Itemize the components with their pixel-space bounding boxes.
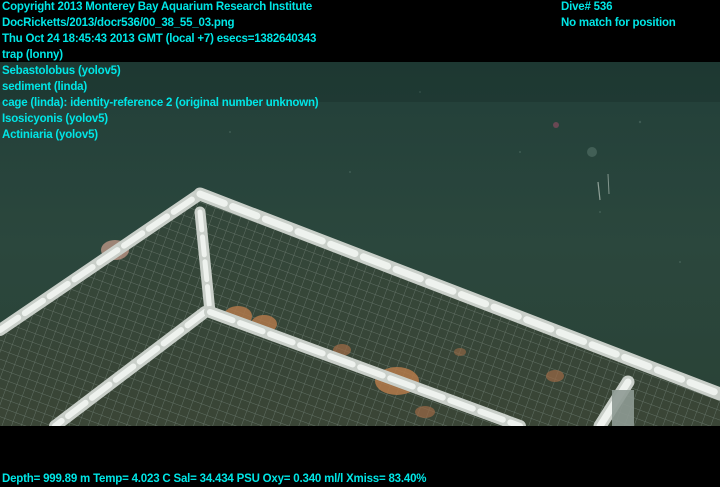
telemetry-text: Depth= 999.89 m Temp= 4.023 C Sal= 34.43…	[2, 473, 427, 485]
anemone	[454, 348, 466, 356]
filename-text: DocRicketts/2013/docr536/00_38_55_03.png	[2, 17, 235, 29]
telemetry-bar: Depth= 999.89 m Temp= 4.023 C Sal= 34.43…	[2, 471, 426, 487]
position-status: No match for position	[561, 17, 676, 29]
video-frame: Copyright 2013 Monterey Bay Aquarium Res…	[0, 0, 720, 486]
annotation-label: cage (linda): identity-reference 2 (orig…	[2, 97, 319, 109]
anemone	[546, 370, 564, 382]
copyright-text: Copyright 2013 Monterey Bay Aquarium Res…	[2, 1, 313, 13]
annotation-label: Isosicyonis (yolov5)	[2, 113, 108, 125]
dive-number: Dive# 536	[561, 1, 613, 13]
annotation-label: sediment (linda)	[2, 81, 87, 93]
annotation-label: Actiniaria (yolov5)	[2, 129, 98, 141]
overlay-right: Dive# 536 No match for position	[561, 0, 676, 31]
distant-organism	[553, 122, 559, 128]
cage-post-cap	[612, 390, 634, 426]
annotation-label: Sebastolobus (yolov5)	[2, 65, 121, 77]
anemone	[415, 406, 435, 418]
timestamp-text: Thu Oct 24 18:45:43 2013 GMT (local +7) …	[2, 33, 317, 45]
distant-organism	[587, 147, 597, 157]
annotation-label: trap (lonny)	[2, 49, 63, 61]
overlay-left: Copyright 2013 Monterey Bay Aquarium Res…	[2, 0, 319, 143]
